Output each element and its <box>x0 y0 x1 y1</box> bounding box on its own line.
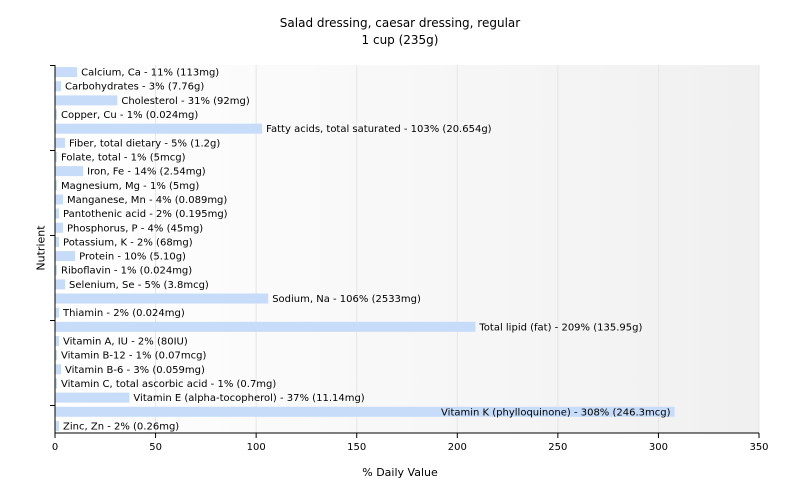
bar-label: Pantothenic acid - 2% (0.195mg) <box>63 209 228 220</box>
bar-label: Vitamin B-12 - 1% (0.07mcg) <box>61 351 206 362</box>
bar-label: Fatty acids, total saturated - 103% (20.… <box>266 124 491 135</box>
x-tick-label: 200 <box>448 442 467 453</box>
bar-total-lipid-fat <box>55 321 476 332</box>
bar-phosphorus-p <box>55 222 64 233</box>
x-tick-label: 100 <box>247 442 266 453</box>
x-tick-label: 0 <box>52 442 58 453</box>
x-tick-label: 300 <box>649 442 668 453</box>
bar-selenium-se <box>55 279 66 290</box>
bar-label: Fiber, total dietary - 5% (1.2g) <box>69 138 220 149</box>
bar-label: Magnesium, Mg - 1% (5mg) <box>61 181 199 192</box>
bar-label: Manganese, Mn - 4% (0.089mg) <box>67 195 227 206</box>
bar-label: Potassium, K - 2% (68mg) <box>63 237 193 248</box>
bar-label: Selenium, Se - 5% (3.8mcg) <box>69 280 209 291</box>
bar-label: Phosphorus, P - 4% (45mg) <box>67 223 203 234</box>
plot-area: Calcium, Ca - 11% (113mg) Carbohydrates -… <box>50 65 769 453</box>
x-tick-label: 350 <box>749 442 768 453</box>
bar-fiber-total-dietary <box>55 137 66 148</box>
bar-cholesterol <box>55 95 118 106</box>
bar-label: Vitamin C, total ascorbic acid - 1% (0.7… <box>61 379 276 390</box>
bar-calcium-ca <box>55 67 78 78</box>
bar-sodium-na <box>55 293 269 304</box>
bar-label: Copper, Cu - 1% (0.024mg) <box>61 110 198 121</box>
bar-label: Sodium, Na - 106% (2533mg) <box>272 294 421 305</box>
bar-protein <box>55 251 76 262</box>
bar-iron-fe <box>55 166 84 177</box>
bar-label: Vitamin K (phylloquinone) - 308% (246.3m… <box>441 407 671 418</box>
bar-label: Protein - 10% (5.10g) <box>79 252 186 263</box>
bar-potassium-k <box>55 236 60 247</box>
bar-fatty-acids-total-saturated <box>55 123 263 134</box>
bar-vitamin-a-iu <box>55 336 60 346</box>
x-tick-label: 50 <box>149 442 162 453</box>
bar-carbohydrates <box>55 81 62 92</box>
bar-pantothenic-acid <box>55 208 60 219</box>
bar-vitamin-b-6 <box>55 364 62 375</box>
bar-label: Vitamin A, IU - 2% (80IU) <box>63 337 188 348</box>
bar-label: Iron, Fe - 14% (2.54mg) <box>87 167 206 178</box>
bar-zinc-zn <box>55 420 60 431</box>
bar-label: Cholesterol - 31% (92mg) <box>121 96 250 107</box>
bar-label: Vitamin E (alpha-tocopherol) - 37% (11.1… <box>133 393 364 404</box>
x-tick-label: 250 <box>548 442 567 453</box>
bar-vitamin-e-alpha-tocopherol <box>55 392 130 403</box>
bar-label: Riboflavin - 1% (0.024mg) <box>61 266 192 277</box>
chart: Salad dressing, caesar dressing, regular… <box>0 0 800 500</box>
bar-label: Total lipid (fat) - 209% (135.95g) <box>478 322 642 333</box>
bar-label: Carbohydrates - 3% (7.76g) <box>65 82 204 93</box>
bar-label: Zinc, Zn - 2% (0.26mg) <box>63 421 179 432</box>
bar-label: Folate, total - 1% (5mcg) <box>61 153 186 164</box>
bar-manganese-mn <box>55 194 64 205</box>
bar-thiamin <box>55 307 60 318</box>
x-tick-label: 150 <box>347 442 366 453</box>
bar-label: Calcium, Ca - 11% (113mg) <box>81 68 219 79</box>
bar-label: Vitamin B-6 - 3% (0.059mg) <box>65 365 205 376</box>
bar-label: Thiamin - 2% (0.024mg) <box>62 308 185 319</box>
